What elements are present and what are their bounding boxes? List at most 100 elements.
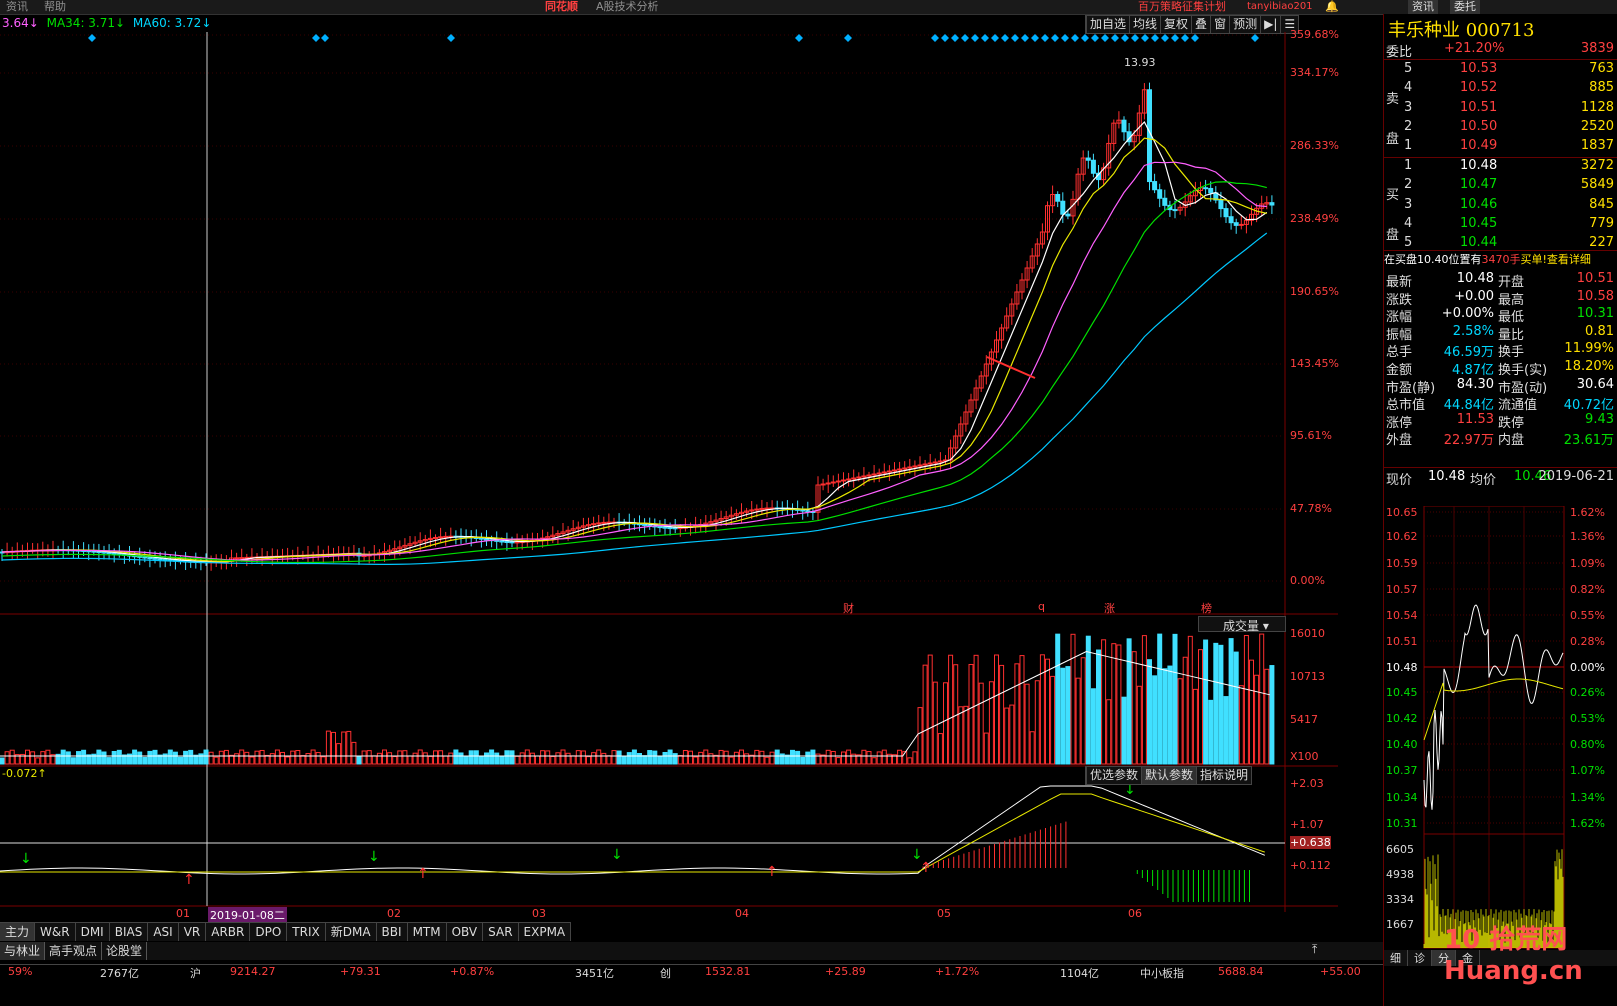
notice-text-c: 买单!查看详细 bbox=[1520, 253, 1591, 266]
volume-axis-label: X100 bbox=[1290, 750, 1319, 763]
volume-selector[interactable]: 成交量 ▾ bbox=[1198, 616, 1286, 633]
mini-price-label: 10.54 bbox=[1386, 609, 1418, 622]
order-notice[interactable]: 在买盘10.40位置有3470手买单!查看详细 bbox=[1384, 251, 1617, 267]
level: 1 bbox=[1404, 138, 1413, 154]
tab-indicator[interactable]: OBV bbox=[447, 923, 484, 941]
collapse-icon[interactable]: ⤒ bbox=[1312, 942, 1317, 957]
volume-bar bbox=[320, 756, 326, 765]
tab-indicator[interactable]: 新DMA bbox=[326, 923, 377, 941]
tab-forum[interactable]: 论股堂 bbox=[102, 942, 148, 960]
default-params-button[interactable]: 默认参数 bbox=[1141, 767, 1197, 784]
tab-indicator[interactable]: ARBR bbox=[206, 923, 251, 941]
volume-bar bbox=[325, 730, 331, 765]
stat-row: 涨跌 +0.00 最高 10.58 bbox=[1384, 288, 1617, 308]
order-book-row[interactable]: 3 10.51 1128 bbox=[1384, 99, 1617, 118]
volume-bar bbox=[346, 730, 352, 765]
tab-indicator[interactable]: DMI bbox=[76, 923, 110, 941]
order-book-row[interactable]: 1 10.48 3272 bbox=[1384, 157, 1617, 176]
order-book-row[interactable]: 2 10.47 5849 bbox=[1384, 176, 1617, 195]
mini-pct-label: 0.28% bbox=[1570, 635, 1605, 648]
event-marker-limit[interactable]: 涨 bbox=[1104, 600, 1115, 616]
adjust-button[interactable]: 复权 bbox=[1160, 16, 1191, 33]
order-book-row[interactable]: 4 10.45 779 bbox=[1384, 215, 1617, 234]
volume-bar bbox=[631, 749, 637, 765]
volume-bar bbox=[1198, 649, 1203, 765]
volume-bar bbox=[1152, 675, 1158, 765]
order-book-row[interactable]: 5 10.53 763 bbox=[1384, 60, 1617, 79]
volume-bar bbox=[744, 753, 750, 765]
candle-body bbox=[101, 551, 107, 554]
volume-bar bbox=[1269, 665, 1275, 765]
tab-indicator[interactable]: EXPMA bbox=[519, 923, 572, 941]
tab-indicator[interactable]: 主力 bbox=[0, 923, 36, 941]
mini-tab[interactable]: 诊 bbox=[1408, 950, 1432, 966]
event-marker-list[interactable]: 榜 bbox=[1201, 600, 1212, 616]
volume-axis-label: 16010 bbox=[1290, 627, 1325, 640]
volume-ma bbox=[0, 650, 1271, 757]
volume-bar bbox=[876, 751, 882, 765]
stat-value: +0.00% bbox=[1441, 306, 1494, 322]
tab-expert-views[interactable]: 高手观点 bbox=[45, 942, 103, 960]
mini-tab[interactable]: 细 bbox=[1384, 950, 1408, 966]
menu-item-news[interactable]: 资讯 bbox=[6, 0, 28, 14]
tab-indicator[interactable]: BBI bbox=[377, 923, 408, 941]
volume-bar bbox=[1065, 666, 1071, 765]
candle-body bbox=[922, 463, 928, 466]
overlay-button[interactable]: 叠 bbox=[1191, 16, 1210, 33]
menu-item-help[interactable]: 帮助 bbox=[44, 0, 66, 14]
news-button[interactable]: 资讯 bbox=[1408, 0, 1438, 14]
window-button[interactable]: 窗 bbox=[1210, 16, 1229, 33]
tab-indicator[interactable]: MTM bbox=[408, 923, 447, 941]
order-book-row[interactable]: 1 10.49 1837 bbox=[1384, 137, 1617, 156]
status-value: 2767亿 bbox=[100, 967, 139, 979]
tab-indicator[interactable]: SAR bbox=[483, 923, 519, 941]
order-book-row[interactable]: 4 10.52 885 bbox=[1384, 79, 1617, 98]
signal-arrow: ↓ bbox=[611, 847, 623, 863]
event-marker-q[interactable]: q bbox=[1038, 600, 1045, 613]
level: 1 bbox=[1404, 158, 1413, 173]
volume-bar bbox=[907, 757, 913, 765]
candle-body bbox=[1172, 209, 1178, 212]
volume-bar bbox=[427, 755, 433, 765]
order-book-row[interactable]: 2 10.50 2520 bbox=[1384, 118, 1617, 137]
price: 10.53 bbox=[1460, 61, 1498, 76]
indicator-help-button[interactable]: 指标说明 bbox=[1196, 767, 1251, 784]
volume-bar bbox=[994, 654, 999, 765]
tab-indicator[interactable]: ASI bbox=[148, 923, 179, 941]
forecast-button[interactable]: 预测 bbox=[1229, 16, 1260, 33]
stat-value: 11.53 bbox=[1456, 411, 1494, 427]
event-marker-finance[interactable]: 财 bbox=[843, 600, 854, 616]
volume-bar bbox=[494, 752, 500, 765]
tab-forestry[interactable]: 与林业 bbox=[0, 942, 46, 960]
mini-price-label: 10.42 bbox=[1386, 712, 1418, 725]
volume-bar bbox=[341, 731, 347, 765]
volume-bar bbox=[376, 752, 382, 765]
tab-indicator[interactable]: DPO bbox=[250, 923, 288, 941]
volume-bar bbox=[978, 682, 984, 765]
stat-value: +0.00 bbox=[1454, 288, 1494, 304]
volume: 779 bbox=[1589, 215, 1614, 231]
volume-bar bbox=[60, 749, 66, 765]
order-button[interactable]: 委托 bbox=[1450, 0, 1480, 14]
volume-bar bbox=[586, 756, 591, 765]
candle-body bbox=[841, 479, 846, 482]
tab-indicator[interactable]: VR bbox=[179, 923, 207, 941]
tab-indicator[interactable]: W&R bbox=[35, 923, 76, 941]
tab-indicator[interactable]: TRIX bbox=[287, 923, 326, 941]
candle-body bbox=[601, 521, 607, 524]
add-favorite-button[interactable]: 加自选 bbox=[1086, 16, 1129, 33]
promo-link[interactable]: 百万策略征集计划 bbox=[1138, 0, 1226, 14]
month-label: 06 bbox=[1128, 907, 1142, 920]
candle-body bbox=[147, 557, 153, 560]
volume: 1837 bbox=[1580, 138, 1614, 154]
intraday-chart[interactable]: 10.65 1.62% 10.62 1.36% 10.59 1.09% 10.57 0.82%… bbox=[1384, 506, 1617, 966]
volume-bar bbox=[968, 663, 974, 765]
tab-indicator[interactable]: BIAS bbox=[110, 923, 149, 941]
stat-value: 9.43 bbox=[1585, 411, 1614, 427]
optimized-params-button[interactable]: 优选参数 bbox=[1086, 767, 1141, 784]
bell-icon[interactable]: 🔔 bbox=[1325, 0, 1339, 14]
order-book-row[interactable]: 3 10.46 845 bbox=[1384, 196, 1617, 215]
ma-button[interactable]: 均线 bbox=[1129, 16, 1160, 33]
play-icon[interactable]: ▶| bbox=[1260, 16, 1280, 33]
volume-bar bbox=[1009, 704, 1015, 765]
